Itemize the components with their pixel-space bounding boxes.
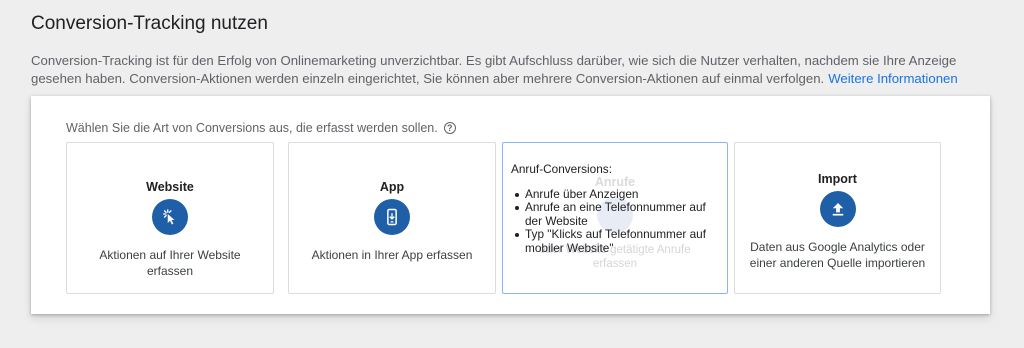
card-title: Website xyxy=(146,180,194,194)
card-description: Aktionen in Ihrer App erfassen xyxy=(311,248,473,262)
calls-tooltip: Anruf-Conversions: Anrufe über Anzeigen … xyxy=(511,162,721,256)
card-title: App xyxy=(379,180,405,194)
smartphone-download-icon xyxy=(374,199,410,235)
card-description: Aktionen auf Ihrer Website erfassen xyxy=(99,248,241,278)
page-title: Conversion-Tracking nutzen xyxy=(31,13,268,34)
prompt-label: Wählen Sie die Art von Conversions aus, … xyxy=(66,121,438,135)
app-card[interactable]: App Aktionen in Ihrer App erfassen xyxy=(288,142,496,294)
intro-body: Conversion-Tracking ist für den Erfolg v… xyxy=(31,53,957,86)
conversion-type-prompt: Wählen Sie die Art von Conversions aus, … xyxy=(66,121,456,135)
card-description: Daten aus Google Analytics oder einer an… xyxy=(749,240,926,270)
import-card[interactable]: Import Daten aus Google Analytics oder e… xyxy=(734,142,941,294)
upload-icon xyxy=(819,191,856,227)
website-card[interactable]: Website Aktionen auf Ihrer Website erfas… xyxy=(66,142,274,294)
tooltip-item: Anrufe an eine Telefonnummer auf der Web… xyxy=(515,200,721,228)
tooltip-item: Typ "Klicks auf Telefonnummer auf mobile… xyxy=(515,227,721,255)
intro-text: Conversion-Tracking ist für den Erfolg v… xyxy=(31,52,991,88)
calls-card[interactable]: Anrufe oder Website getätigte Anrufe erf… xyxy=(502,142,728,294)
tooltip-heading: Anruf-Conversions: xyxy=(511,162,612,176)
card-title: Import xyxy=(818,172,857,186)
cursor-click-icon xyxy=(152,199,188,235)
help-circle-icon[interactable]: ? xyxy=(443,122,456,134)
conversion-type-panel: Wählen Sie die Art von Conversions aus, … xyxy=(31,96,990,314)
learn-more-link[interactable]: Weitere Informationen xyxy=(828,71,958,86)
tooltip-item: Anrufe über Anzeigen xyxy=(515,187,721,202)
tooltip-list: Anrufe über Anzeigen Anrufe an eine Tele… xyxy=(511,187,721,256)
